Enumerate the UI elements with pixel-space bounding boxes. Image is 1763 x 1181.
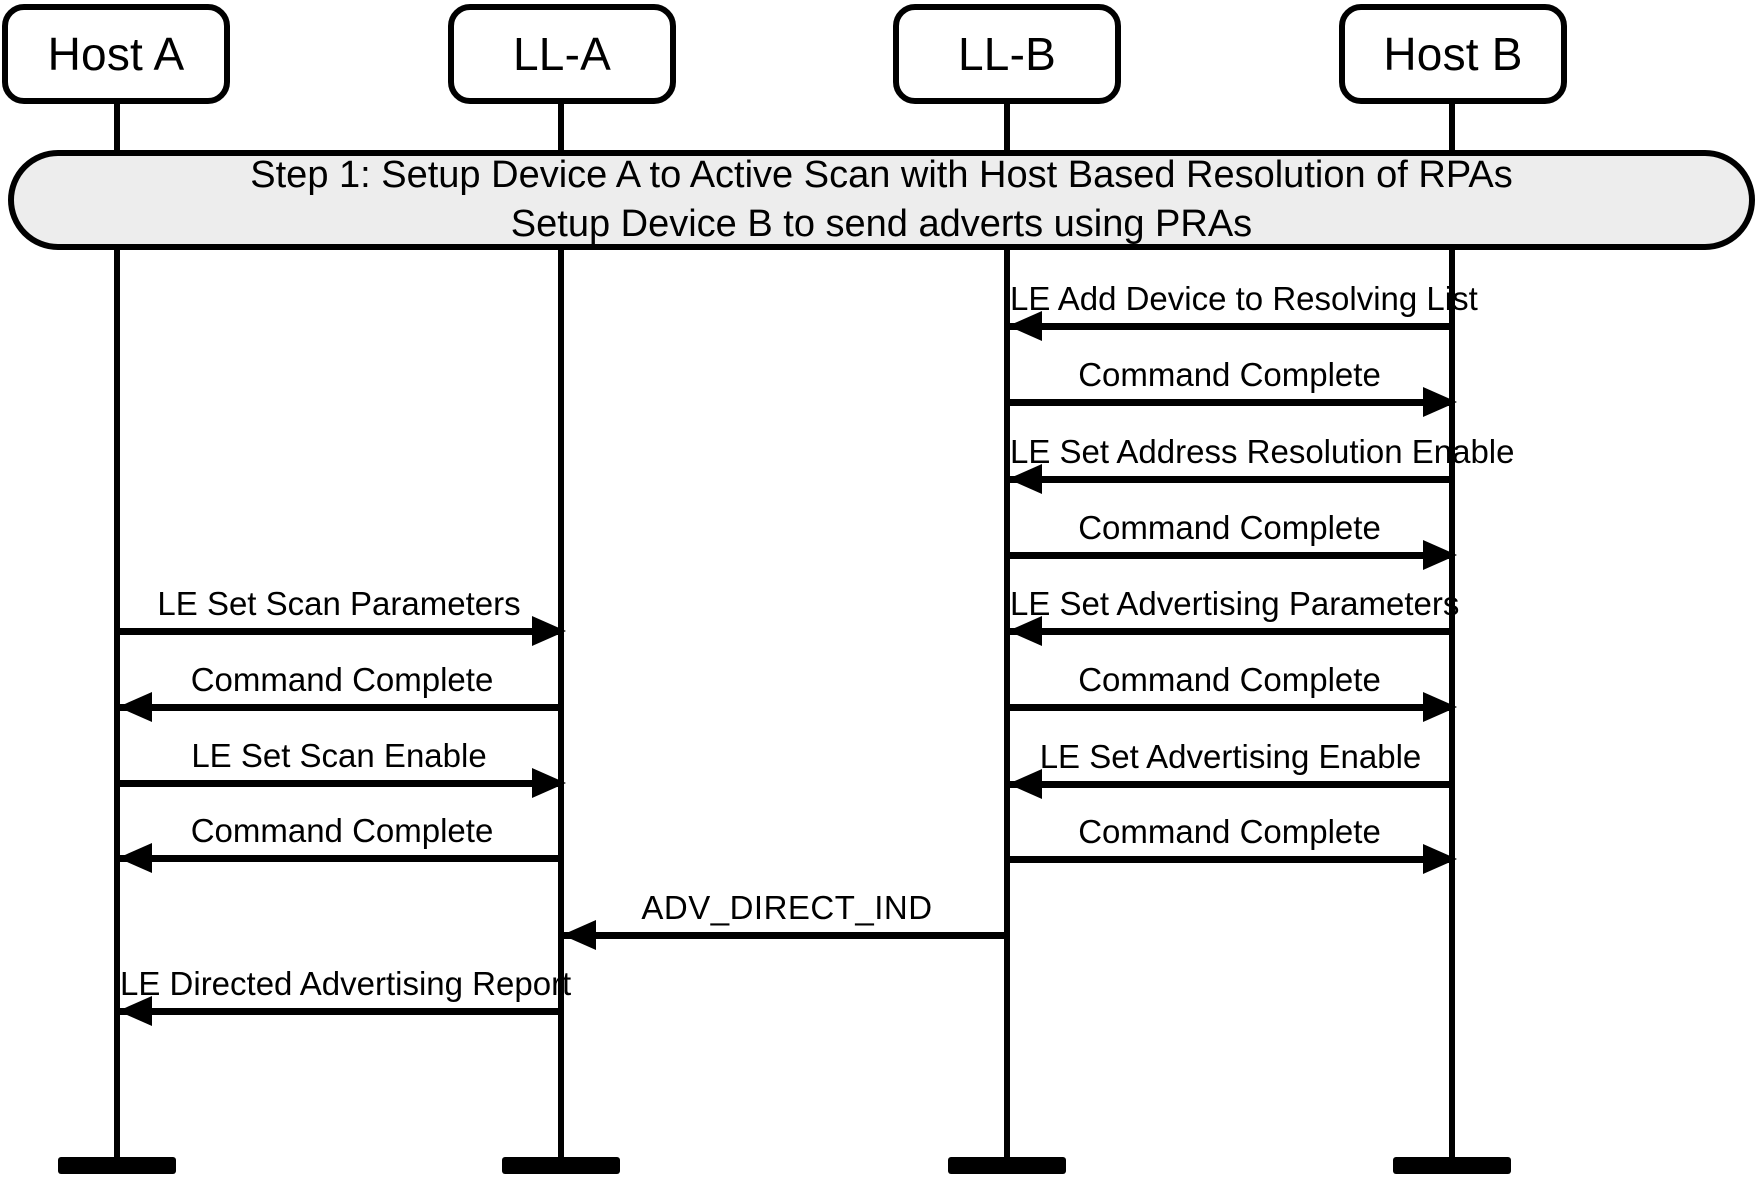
lifeline-head-ll-b[interactable]: LL-B [893,4,1121,104]
arrow-shaft [1004,704,1455,711]
lifeline-foot-host-a [58,1157,176,1174]
arrow-shaft [1010,628,1451,635]
arrowhead-right-icon [1423,387,1457,417]
message-label: LE Set Scan Enable [191,737,487,774]
arrow-shaft [114,628,564,635]
message-label: Command Complete [190,661,494,698]
message-label: LE Set Scan Parameters [157,585,521,622]
arrow-shaft [120,1008,564,1015]
lifeline-head-label: Host B [1383,28,1523,80]
lifeline-head-ll-a[interactable]: LL-A [448,4,676,104]
arrow-shaft [564,932,1010,939]
arrow-shaft [1010,476,1451,483]
lifeline-foot-ll-a [502,1157,620,1174]
arrow-shaft [114,780,564,787]
message-label: LE Set Advertising Enable [1039,738,1422,775]
arrow-shaft [1010,781,1451,788]
lifeline-head-label: LL-A [513,28,611,80]
lifeline-head-label: LL-B [958,28,1056,80]
step-note-box: Step 1: Setup Device A to Active Scan wi… [8,150,1755,250]
lifeline-head-host-a[interactable]: Host A [2,4,230,104]
arrowhead-right-icon [1423,540,1457,570]
arrowhead-right-icon [1423,692,1457,722]
lifeline-foot-host-b [1393,1157,1511,1174]
arrowhead-left-icon [118,843,152,873]
arrowhead-left-icon [118,692,152,722]
arrowhead-right-icon [1423,844,1457,874]
message-label: Command Complete [190,812,494,849]
message-label: LE Set Advertising Parameters [1010,585,1460,622]
lifeline-host-b-top [1449,104,1455,154]
arrow-shaft [120,855,564,862]
step-note-line-2: Setup Device B to send adverts using PRA… [510,203,1253,245]
message-label: LE Set Address Resolution Enable [1010,433,1515,470]
arrow-shaft [120,704,564,711]
message-label: Command Complete [1078,509,1381,546]
message-label: Command Complete [1078,356,1381,393]
arrow-shaft [1004,399,1455,406]
arrow-shaft [1004,856,1455,863]
arrowhead-left-icon [562,920,596,950]
lifeline-head-host-b[interactable]: Host B [1339,4,1567,104]
step-note-line-1: Step 1: Setup Device A to Active Scan wi… [250,154,1513,197]
arrow-shaft [1004,552,1455,559]
lifeline-head-label: Host A [47,28,185,80]
message-label: LE Add Device to Resolving List [1010,280,1478,317]
arrowhead-left-icon [1008,769,1042,799]
message-label: ADV_DIRECT_IND [641,889,933,926]
message-label: Command Complete [1078,661,1381,698]
lifeline-foot-ll-b [948,1157,1066,1174]
lifeline-host-a-top [114,104,120,154]
lifeline-ll-a [558,249,564,1157]
arrow-shaft [1010,323,1451,330]
arrowhead-right-icon [532,616,566,646]
message-label: LE Directed Advertising Report [120,965,572,1002]
arrowhead-right-icon [532,768,566,798]
lifeline-ll-b-top [1004,104,1010,154]
sequence-diagram-canvas: Host A LL-A LL-B Host B Step 1: Setup De… [0,0,1763,1181]
lifeline-ll-a-top [558,104,564,154]
message-label: Command Complete [1078,813,1381,850]
